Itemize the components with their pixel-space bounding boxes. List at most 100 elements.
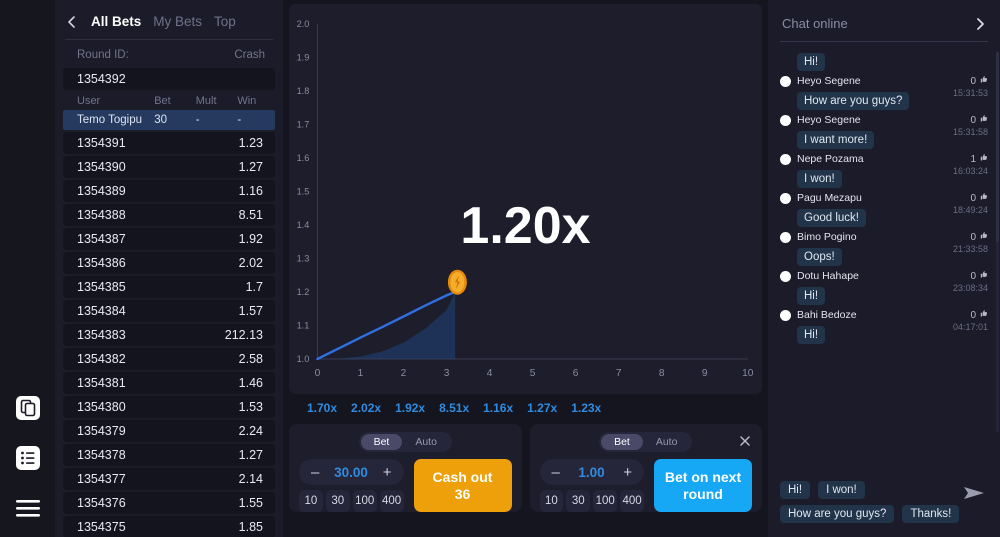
documents-icon[interactable] — [13, 393, 43, 423]
quick-amount-chip-right-10[interactable]: 10 — [539, 490, 564, 512]
table-row[interactable]: 1354387 1.92 — [63, 228, 275, 250]
like-count[interactable]: 1 — [953, 153, 988, 165]
bets-list[interactable]: 1354392 User Bet Mult Win Temo Togipu 30… — [63, 68, 275, 537]
like-count[interactable]: 0 — [953, 114, 988, 126]
history-multiplier[interactable]: 2.02x — [351, 401, 381, 415]
send-icon[interactable] — [962, 483, 986, 503]
history-multiplier[interactable]: 1.70x — [307, 401, 337, 415]
chat-username: Pagu Mezapu — [797, 192, 862, 204]
tab-all-bets[interactable]: All Bets — [91, 14, 141, 29]
chat-user[interactable]: Bimo Pogino — [780, 231, 857, 243]
table-row[interactable]: 1354381 1.46 — [63, 372, 275, 394]
table-row[interactable]: 1354384 1.57 — [63, 300, 275, 322]
toggle-bet-right[interactable]: Bet — [601, 434, 643, 450]
x-axis-tick: 5 — [530, 368, 536, 379]
bet-amount-value-right[interactable]: 1.00 — [578, 465, 604, 480]
bet-amount-stepper-right[interactable]: – 1.00 + — [539, 459, 644, 485]
x-axis-tick: 0 — [315, 368, 321, 379]
chat-message: Bimo Pogino 0 21:33:58 Oops! — [780, 231, 988, 266]
bet-amount-value-left[interactable]: 30.00 — [334, 465, 368, 480]
table-row-player-bet[interactable]: Temo Togipu 30 - - — [63, 110, 275, 130]
like-count[interactable]: 0 — [953, 309, 988, 321]
history-multiplier[interactable]: 1.27x — [527, 401, 557, 415]
tab-my-bets[interactable]: My Bets — [153, 14, 202, 29]
table-row-open-round[interactable]: 1354392 — [63, 68, 275, 90]
thumbs-up-icon[interactable] — [979, 192, 988, 204]
x-axis-tick: 8 — [659, 368, 665, 379]
chat-user[interactable]: Pagu Mezapu — [780, 192, 862, 204]
table-row[interactable]: 1354388 8.51 — [63, 204, 275, 226]
chat-user[interactable]: Dotu Hahape — [780, 270, 859, 282]
chat-user[interactable]: Bahi Bedoze — [780, 309, 857, 321]
quick-amount-chip-left-10[interactable]: 10 — [299, 490, 323, 512]
thumbs-up-icon[interactable] — [979, 153, 988, 165]
decrement-button-right[interactable]: – — [552, 465, 560, 480]
chevron-right-icon[interactable] — [974, 17, 986, 31]
like-count[interactable]: 0 — [953, 270, 988, 282]
history-multiplier[interactable]: 1.16x — [483, 401, 513, 415]
quick-amount-chip-left-400[interactable]: 400 — [379, 490, 404, 512]
like-count[interactable]: 0 — [953, 192, 988, 204]
chat-scrollbar[interactable] — [996, 52, 999, 432]
chat-message-header: Dotu Hahape 0 23:08:34 — [780, 270, 988, 293]
thumbs-up-icon[interactable] — [979, 231, 988, 243]
bet-next-round-button[interactable]: Bet on next round — [654, 459, 752, 512]
thumbs-up-icon[interactable] — [979, 270, 988, 282]
table-row[interactable]: 1354385 1.7 — [63, 276, 275, 298]
table-row[interactable]: 1354378 1.27 — [63, 444, 275, 466]
toggle-bet-left[interactable]: Bet — [360, 434, 403, 450]
table-row[interactable]: 1354377 2.14 — [63, 468, 275, 490]
increment-button-left[interactable]: + — [383, 465, 392, 480]
quick-amount-chip-right-400[interactable]: 400 — [620, 490, 644, 512]
decrement-button-left[interactable]: – — [311, 465, 319, 480]
table-row[interactable]: 1354383 212.13 — [63, 324, 275, 346]
quick-reply-chip[interactable]: Thanks! — [902, 505, 960, 523]
quick-reply-chip[interactable]: How are you guys? — [780, 505, 895, 523]
quick-reply-chip[interactable]: Hi! — [780, 481, 811, 499]
table-row[interactable]: 1354389 1.16 — [63, 180, 275, 202]
like-count[interactable]: 0 — [953, 75, 988, 87]
table-row[interactable]: 1354379 2.24 — [63, 420, 275, 442]
col-round-id: Round ID: — [77, 49, 129, 61]
quick-amount-chip-right-100[interactable]: 100 — [593, 490, 618, 512]
cash-out-button[interactable]: Cash out 36 — [413, 459, 512, 512]
quick-reply-chip[interactable]: I won! — [818, 481, 865, 499]
bet-mult: - — [195, 114, 200, 126]
table-row[interactable]: 1354380 1.53 — [63, 396, 275, 418]
bets-column-headers: Round ID: Crash — [63, 42, 275, 68]
menu-icon[interactable] — [13, 493, 43, 523]
chat-message-list[interactable]: Heyo Segene015:30:05Hi!Heyo Segene015:31… — [776, 42, 992, 475]
quick-amount-chips-right: 10 30 100 400 — [539, 490, 644, 512]
toggle-auto-left[interactable]: Auto — [402, 434, 450, 450]
chat-user[interactable]: Heyo Segene — [780, 75, 861, 87]
bet-amount-stepper-left[interactable]: – 30.00 + — [299, 459, 404, 485]
increment-button-right[interactable]: + — [623, 465, 632, 480]
thumbs-up-icon[interactable] — [979, 309, 988, 321]
history-multiplier[interactable]: 1.23x — [571, 401, 601, 415]
history-multiplier[interactable]: 8.51x — [439, 401, 469, 415]
history-multiplier[interactable]: 1.92x — [395, 401, 425, 415]
table-row[interactable]: 1354376 1.55 — [63, 492, 275, 514]
toggle-auto-right[interactable]: Auto — [643, 434, 691, 450]
quick-amount-chip-right-30[interactable]: 30 — [566, 490, 591, 512]
table-row[interactable]: 1354382 2.58 — [63, 348, 275, 370]
chat-user[interactable]: Heyo Segene — [780, 114, 861, 126]
quick-amount-chip-left-30[interactable]: 30 — [325, 490, 350, 512]
quick-replies-row-1: Hi! I won! — [780, 481, 988, 499]
y-axis-tick: 1.6 — [297, 153, 310, 163]
table-row[interactable]: 1354386 2.02 — [63, 252, 275, 274]
table-row[interactable]: 1354391 1.23 — [63, 132, 275, 154]
round-id: 1354376 — [77, 496, 126, 510]
thumbs-up-icon[interactable] — [979, 114, 988, 126]
back-chevron-icon[interactable] — [65, 15, 79, 29]
tab-top[interactable]: Top — [214, 14, 236, 29]
like-count[interactable]: 0 — [953, 231, 988, 243]
table-row[interactable]: 1354390 1.27 — [63, 156, 275, 178]
chat-username: Bimo Pogino — [797, 231, 857, 243]
thumbs-up-icon[interactable] — [979, 75, 988, 87]
chat-user[interactable]: Nepe Pozama — [780, 153, 864, 165]
table-row[interactable]: 1354375 1.85 — [63, 516, 275, 537]
close-icon[interactable] — [738, 434, 752, 448]
quick-amount-chip-left-100[interactable]: 100 — [352, 490, 377, 512]
list-icon[interactable] — [13, 443, 43, 473]
